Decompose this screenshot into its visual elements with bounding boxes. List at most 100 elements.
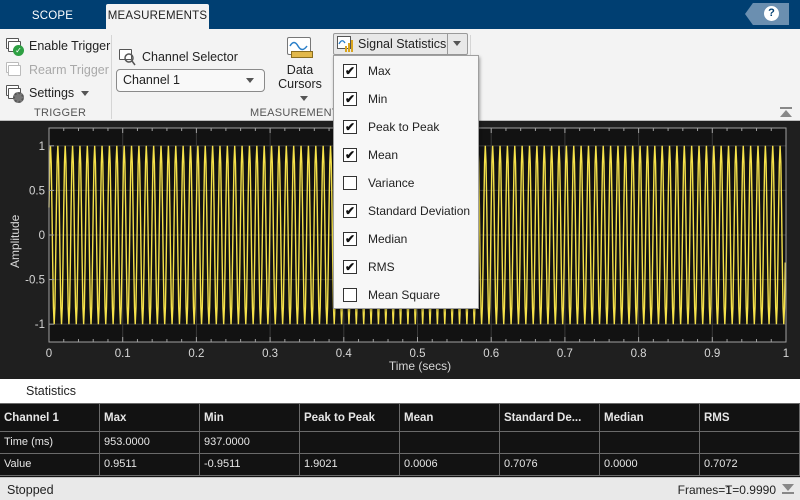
enable-trigger-label: Enable Trigger: [29, 39, 111, 53]
column-header[interactable]: Standard De...: [500, 404, 600, 432]
table-cell: 1.9021: [300, 454, 400, 476]
x-tick-label: 0: [46, 348, 52, 360]
menu-item-median[interactable]: ✔ Median: [334, 225, 478, 253]
scope-window: SCOPE MEASUREMENTS ? ✓ Enable Trigger Re…: [0, 0, 800, 500]
checkbox-checked[interactable]: ✔: [343, 148, 357, 162]
table-cell: 0.0006: [400, 454, 500, 476]
checkbox-checked[interactable]: ✔: [343, 92, 357, 106]
tab-strip: SCOPE MEASUREMENTS ?: [0, 0, 800, 29]
x-tick-label: 0.2: [188, 348, 204, 360]
table-cell: 0.7072: [700, 454, 800, 476]
menu-item-label: Variance: [368, 176, 415, 190]
menu-item-label: Min: [368, 92, 388, 106]
help-button[interactable]: ?: [745, 3, 789, 25]
channel-selector-button[interactable]: Channel Selector: [118, 48, 238, 66]
x-tick-label: 0.9: [704, 348, 720, 360]
menu-item-label: Standard Deviation: [368, 204, 471, 218]
table-cell: [300, 432, 400, 454]
channel-dropdown-value: Channel 1: [123, 73, 180, 87]
menu-item-label: Max: [368, 64, 391, 78]
signal-statistics-menu: ✔ Max ✔ Min ✔ Peak to Peak ✔ Mean Variance ✔ Stand…: [333, 55, 479, 309]
data-cursors-label-1: Data: [286, 63, 314, 77]
menu-item-min[interactable]: ✔ Min: [334, 85, 478, 113]
statistics-panel-header: Statistics: [0, 379, 800, 403]
channel-selector-icon: [118, 48, 136, 66]
rearm-trigger-icon: [5, 61, 23, 79]
table-cell: [700, 432, 800, 454]
data-cursors-label-2: Cursors: [272, 77, 328, 105]
settings-button[interactable]: Settings: [5, 84, 90, 103]
tab-measurements[interactable]: MEASUREMENTS: [106, 4, 209, 29]
collapse-toolstrip-icon[interactable]: [780, 107, 792, 117]
signal-statistics-icon: [337, 36, 353, 52]
chevron-down-icon: [246, 78, 254, 83]
channel-dropdown[interactable]: Channel 1: [116, 69, 265, 92]
menu-item-label: Mean Square: [368, 288, 441, 302]
signal-statistics-button[interactable]: Signal Statistics: [333, 33, 468, 55]
checkbox-unchecked[interactable]: [343, 176, 357, 190]
menu-item-label: Peak to Peak: [368, 120, 440, 134]
y-tick-label: 0.5: [29, 185, 45, 197]
menu-item-peak-to-peak[interactable]: ✔ Peak to Peak: [334, 113, 478, 141]
data-cursors-icon: [287, 37, 313, 59]
x-tick-label: 0.6: [483, 348, 499, 360]
checkbox-checked[interactable]: ✔: [343, 232, 357, 246]
channel-selector-label: Channel Selector: [142, 50, 238, 64]
menu-item-max[interactable]: ✔ Max: [334, 57, 478, 85]
x-tick-label: 0.3: [262, 348, 278, 360]
signal-statistics-label: Signal Statistics: [358, 37, 447, 51]
column-header[interactable]: Max: [100, 404, 200, 432]
checkbox-checked[interactable]: ✔: [343, 64, 357, 78]
menu-item-variance[interactable]: Variance: [334, 169, 478, 197]
tab-scope[interactable]: SCOPE: [10, 4, 95, 29]
table-cell: -0.9511: [200, 454, 300, 476]
table-cell: 0.0000: [600, 454, 700, 476]
chevron-down-icon: [81, 90, 90, 96]
signal-statistics-dropdown-toggle[interactable]: [447, 34, 468, 54]
settings-icon: [5, 84, 24, 103]
column-header[interactable]: Mean: [400, 404, 500, 432]
x-axis-label: Time (secs): [388, 359, 452, 373]
table-cell: [500, 432, 600, 454]
enable-trigger-icon: ✓: [5, 37, 24, 56]
column-header[interactable]: Median: [600, 404, 700, 432]
x-tick-label: 0.1: [115, 348, 131, 360]
table-cell: 953.0000: [100, 432, 200, 454]
data-cursors-button[interactable]: Data Cursors: [272, 37, 328, 105]
rearm-trigger-button: Rearm Trigger: [5, 61, 109, 79]
y-tick-label: -1: [35, 319, 45, 331]
row-label: Value: [0, 454, 100, 476]
y-tick-label: 0: [39, 230, 45, 242]
expand-panel-icon[interactable]: [782, 484, 794, 494]
table-cell: 0.9511: [100, 454, 200, 476]
status-state: Stopped: [7, 483, 54, 497]
x-tick-label: 0.8: [631, 348, 647, 360]
column-header[interactable]: RMS: [700, 404, 800, 432]
rearm-trigger-label: Rearm Trigger: [29, 63, 109, 77]
enable-trigger-button[interactable]: ✓ Enable Trigger: [5, 37, 111, 56]
checkbox-checked[interactable]: ✔: [343, 120, 357, 134]
trigger-section-label: TRIGGER: [34, 107, 87, 119]
x-tick-label: 0.4: [336, 348, 353, 360]
table-cell: [600, 432, 700, 454]
checkbox-unchecked[interactable]: [343, 288, 357, 302]
status-time: T=0.9990: [724, 483, 776, 497]
y-axis-label: Amplitude: [8, 214, 22, 268]
menu-item-mean-square[interactable]: Mean Square: [334, 281, 478, 309]
table-cell: 0.7076: [500, 454, 600, 476]
column-header[interactable]: Peak to Peak: [300, 404, 400, 432]
checkbox-checked[interactable]: ✔: [343, 204, 357, 218]
menu-item-label: RMS: [368, 260, 395, 274]
column-header[interactable]: Channel 1: [0, 404, 100, 432]
x-tick-label: 1: [783, 348, 789, 360]
settings-label: Settings: [29, 86, 75, 100]
column-header[interactable]: Min: [200, 404, 300, 432]
chevron-down-icon: [453, 41, 461, 46]
checkbox-checked[interactable]: ✔: [343, 260, 357, 274]
menu-item-standard-deviation[interactable]: ✔ Standard Deviation: [334, 197, 478, 225]
menu-item-mean[interactable]: ✔ Mean: [334, 141, 478, 169]
menu-item-rms[interactable]: ✔ RMS: [334, 253, 478, 281]
status-frames: Frames=1: [677, 483, 732, 497]
y-tick-label: 1: [39, 141, 45, 153]
help-icon: ?: [764, 6, 779, 21]
